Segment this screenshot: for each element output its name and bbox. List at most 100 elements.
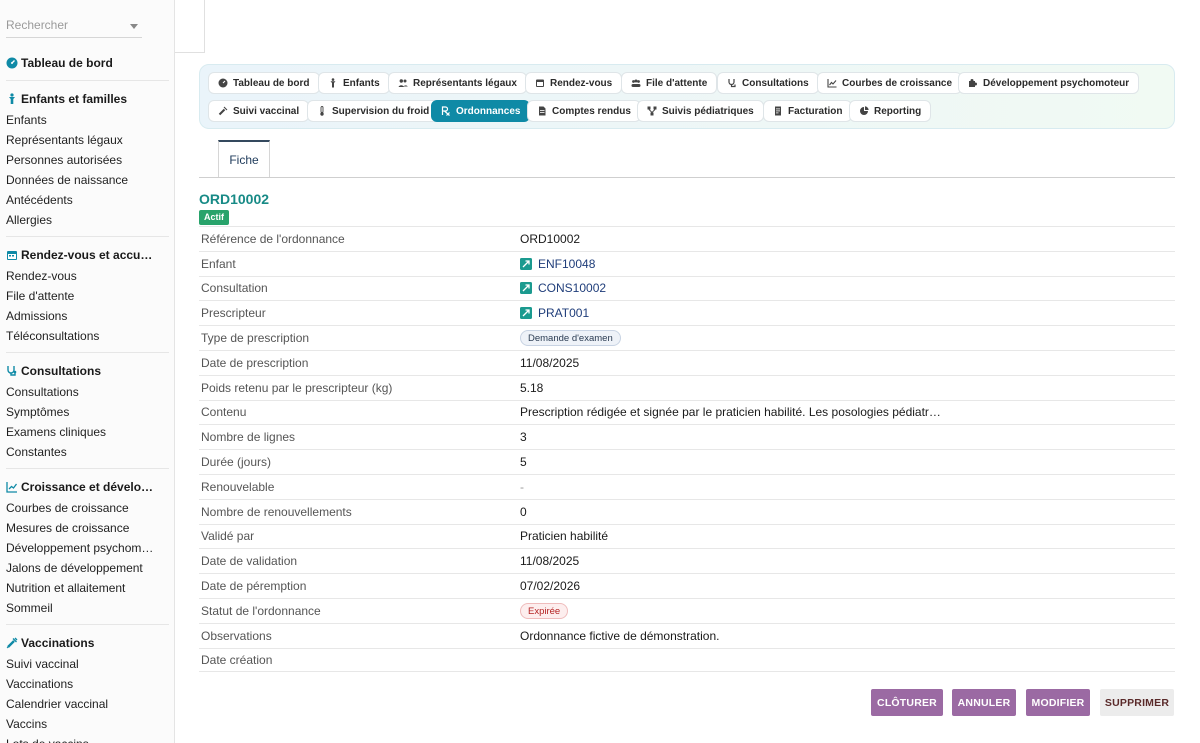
external-link-icon[interactable] [520, 282, 532, 295]
tab-rendez-vous[interactable]: Rendez-vous [525, 72, 623, 94]
tab-representants-legaux[interactable]: Représentants légaux [388, 72, 527, 94]
tab-suivis-pediatriques[interactable]: Suivis pédiatriques [637, 100, 764, 122]
sidebar-item-teleconsultations[interactable]: Téléconsultations [6, 326, 169, 346]
puzzle-icon [968, 78, 978, 88]
sidebar-item-vaccins[interactable]: Vaccins [6, 714, 169, 734]
field-value: Demande d'examen [520, 330, 621, 347]
sidebar-item-nutrition[interactable]: Nutrition et allaitement [6, 578, 169, 598]
sidebar-item-enfants[interactable]: Enfants [6, 110, 169, 130]
field-label: Date de prescription [201, 355, 309, 370]
sidebar: Tableau de bord Enfants et familles Enfa… [0, 0, 175, 743]
sidebar-item-sommeil[interactable]: Sommeil [6, 598, 169, 618]
record-link[interactable]: ENF10048 [520, 257, 595, 271]
sidebar-group-title[interactable]: Consultations [6, 360, 169, 382]
sidebar-nav: Tableau de bord Enfants et familles Enfa… [0, 52, 174, 743]
link-text[interactable]: ENF10048 [538, 257, 595, 271]
field-label: Type de prescription [201, 331, 310, 346]
link-text[interactable]: PRAT001 [538, 306, 589, 320]
sidebar-item-mesures-croissance[interactable]: Mesures de croissance [6, 518, 169, 538]
tab-suivi-vaccinal[interactable]: Suivi vaccinal [208, 100, 310, 122]
sidebar-item-jalons[interactable]: Jalons de développement [6, 558, 169, 578]
tab-label: Représentants légaux [413, 77, 517, 89]
field-value: 0 [520, 504, 527, 519]
sidebar-group-label: Rendez-vous et accu… [21, 248, 153, 262]
tab-file-attente[interactable]: File d'attente [621, 72, 718, 94]
chevron-down-icon[interactable] [130, 24, 138, 29]
sidebar-item-constantes[interactable]: Constantes [6, 442, 169, 462]
tab-tableau-de-bord[interactable]: Tableau de bord [208, 72, 320, 94]
field-label: Renouvelable [201, 479, 275, 494]
calendar-icon [6, 249, 18, 261]
sidebar-group-title[interactable]: Vaccinations [6, 632, 169, 654]
field-label: Consultation [201, 281, 268, 296]
search-box[interactable] [6, 14, 142, 38]
delete-button[interactable]: SUPPRIMER [1100, 689, 1174, 716]
tab-courbes-croissance[interactable]: Courbes de croissance [817, 72, 963, 94]
divider [6, 624, 169, 625]
link-text[interactable]: CONS10002 [538, 281, 606, 295]
tab-facturation[interactable]: Facturation [763, 100, 853, 122]
sidebar-item-antecedents[interactable]: Antécédents [6, 190, 169, 210]
edit-button[interactable]: MODIFIER [1026, 689, 1090, 716]
sidebar-item-developpement[interactable]: Développement psychom… [6, 538, 169, 558]
tab-label: Supervision du froid [332, 105, 430, 117]
field-value: Praticien habilité [520, 529, 609, 544]
sidebar-item-admissions[interactable]: Admissions [6, 306, 169, 326]
field-row: Contenu Prescription rédigée et signée pa… [199, 399, 1175, 425]
field-value: 07/02/2026 [520, 579, 581, 594]
tab-enfants[interactable]: Enfants [318, 72, 390, 94]
tab-label: Ordonnances [456, 105, 521, 117]
sidebar-item-symptomes[interactable]: Symptômes [6, 402, 169, 422]
tab-reporting[interactable]: Reporting [849, 100, 932, 122]
external-link-icon[interactable] [520, 307, 532, 320]
sidebar-item-consultations[interactable]: Consultations [6, 382, 169, 402]
tab-consultations[interactable]: Consultations [717, 72, 819, 94]
tab-label: Enfants [343, 77, 380, 89]
record-link[interactable]: CONS10002 [520, 281, 606, 295]
child-icon [328, 78, 338, 88]
tab-label: Rendez-vous [550, 77, 613, 89]
sidebar-group-title[interactable]: Rendez-vous et accu… [6, 244, 169, 266]
divider [6, 80, 169, 81]
tab-label: Tableau de bord [233, 77, 310, 89]
tab-label: Facturation [788, 105, 843, 117]
tab-comptes-rendus[interactable]: Comptes rendus [527, 100, 641, 122]
field-value: PRAT001 [520, 306, 589, 320]
sidebar-item-examens-cliniques[interactable]: Examens cliniques [6, 422, 169, 442]
child-icon [6, 93, 18, 105]
sidebar-item-vaccinations[interactable]: Vaccinations [6, 674, 169, 694]
sidebar-group-label: Consultations [21, 364, 101, 378]
thermometer-icon [317, 106, 327, 116]
search-input[interactable] [6, 14, 126, 36]
stethoscope-icon [6, 365, 18, 377]
sidebar-item-representants[interactable]: Représentants légaux [6, 130, 169, 150]
tab-ordonnances[interactable]: Ordonnances [431, 100, 531, 122]
sidebar-item-rendez-vous[interactable]: Rendez-vous [6, 266, 169, 286]
sidebar-group-title[interactable]: Croissance et dévelo… [6, 476, 169, 498]
sidebar-item-file-attente[interactable]: File d'attente [6, 286, 169, 306]
field-label: Poids retenu par le prescripteur (kg) [201, 380, 393, 395]
sidebar-dashboard-label: Tableau de bord [21, 56, 113, 70]
tab-developpement-psychomoteur[interactable]: Développement psychomoteur [958, 72, 1140, 94]
tab-label: Consultations [742, 77, 809, 89]
cancel-button[interactable]: ANNULER [952, 689, 1016, 716]
pie-icon [859, 106, 869, 116]
sidebar-dashboard[interactable]: Tableau de bord [6, 52, 169, 74]
tab-fiche[interactable]: Fiche [218, 140, 270, 178]
record-link[interactable]: PRAT001 [520, 306, 589, 320]
sidebar-group-title[interactable]: Enfants et familles [6, 88, 169, 110]
sidebar-group-appointments: Rendez-vous et accu… Rendez-vous File d'… [0, 244, 174, 353]
external-link-icon[interactable] [520, 257, 532, 270]
sidebar-item-donnees-naissance[interactable]: Données de naissance [6, 170, 169, 190]
sidebar-item-calendrier-vaccinal[interactable]: Calendrier vaccinal [6, 694, 169, 714]
sidebar-item-suivi-vaccinal[interactable]: Suivi vaccinal [6, 654, 169, 674]
sidebar-item-courbes-croissance[interactable]: Courbes de croissance [6, 498, 169, 518]
sidebar-item-allergies[interactable]: Allergies [6, 210, 169, 230]
status-badge: Actif [199, 210, 229, 225]
close-record-button[interactable]: CLÔTURER [871, 689, 943, 716]
sidebar-item-personnes-autorisees[interactable]: Personnes autorisées [6, 150, 169, 170]
tab-supervision-froid[interactable]: Supervision du froid [307, 100, 440, 122]
field-value: 11/08/2025 [520, 355, 580, 370]
field-row: Date de validation 11/08/2025 [199, 548, 1175, 573]
sidebar-item-lots-vaccins[interactable]: Lots de vaccins [6, 734, 169, 743]
